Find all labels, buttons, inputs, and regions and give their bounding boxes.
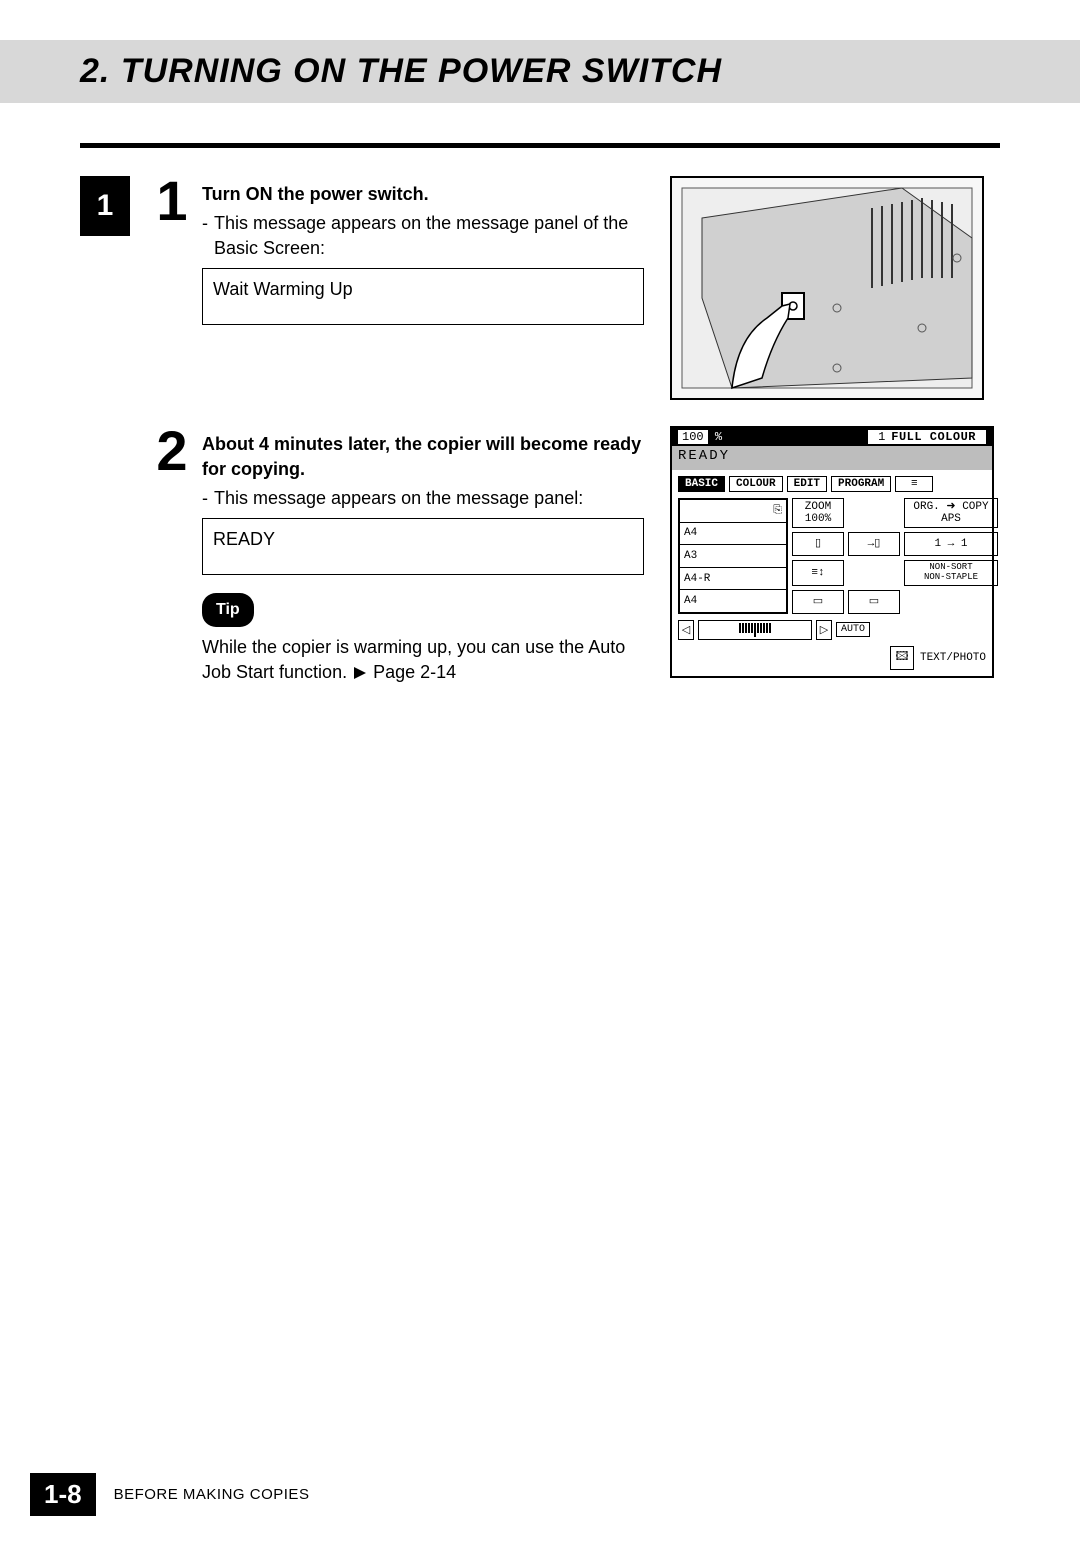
auto-button: AUTO xyxy=(836,622,870,637)
step-2: 2 About 4 minutes later, the copier will… xyxy=(152,426,650,686)
step-number: 2 xyxy=(152,426,192,476)
divider xyxy=(80,143,1000,148)
density-left-icon: ◁ xyxy=(678,620,694,640)
lcd-tab-program: PROGRAM xyxy=(831,476,891,492)
lcd-tab-colour: COLOUR xyxy=(729,476,783,492)
step-number: 1 xyxy=(152,176,192,226)
tip-text: While the copier is warming up, you can … xyxy=(202,635,650,685)
step-1: 1 Turn ON the power switch. - This messa… xyxy=(152,176,650,325)
lcd-tab-basic: BASIC xyxy=(678,476,725,492)
paper-tray-stack: ⎘ A4 A3 A4-R A4 xyxy=(679,499,787,613)
message-box: READY xyxy=(202,518,644,575)
page-ref-arrow-icon xyxy=(354,667,366,679)
lcd-tab-edit: EDIT xyxy=(787,476,827,492)
step-text: This message appears on the message pane… xyxy=(214,486,583,511)
textphoto-icon: 🖾 xyxy=(890,646,914,670)
step-text: This message appears on the message pane… xyxy=(214,211,650,261)
page-footer: 1-8 BEFORE MAKING COPIES xyxy=(30,1473,309,1516)
bullet-dash: - xyxy=(202,211,208,261)
lcd-mode: FULL COLOUR xyxy=(891,430,976,444)
message-box: Wait Warming Up xyxy=(202,268,644,325)
lcd-tab-more: ≡ xyxy=(895,476,933,492)
lcd-ready: READY xyxy=(672,446,992,470)
tray-icon: ⎘ xyxy=(773,505,782,517)
density-right-icon: ▷ xyxy=(816,620,832,640)
chapter-tab: 1 xyxy=(80,176,130,236)
textphoto-label: TEXT/PHOTO xyxy=(920,652,986,664)
step-heading: About 4 minutes later, the copier will b… xyxy=(202,432,650,482)
sort-cell: NON-SORTNON-STAPLE xyxy=(904,560,998,586)
finish-icon: ▭ xyxy=(792,590,844,614)
duplex-icon: ▯ xyxy=(792,532,844,556)
step-heading: Turn ON the power switch. xyxy=(202,182,650,207)
bullet-dash: - xyxy=(202,486,208,511)
power-switch-illustration xyxy=(670,176,984,400)
page-number: 1-8 xyxy=(30,1473,96,1516)
lcd-panel-illustration: 100 % 1FULL COLOUR READY BASIC COLOUR ED… xyxy=(670,426,994,678)
lcd-grid: ⎘ A4 A3 A4-R A4 ZOOM100% xyxy=(678,498,986,614)
finish-icon: ▭ xyxy=(848,590,900,614)
footer-label: BEFORE MAKING COPIES xyxy=(114,1486,310,1503)
section-header: 2. TURNING ON THE POWER SWITCH xyxy=(0,40,1080,103)
lcd-percent: 100 xyxy=(678,430,708,444)
orgcopy-cell: ORG. ➜ COPYAPS xyxy=(904,498,998,528)
section-title: 2. TURNING ON THE POWER SWITCH xyxy=(80,52,1080,91)
list-icon: ≡↕ xyxy=(792,560,844,586)
duplex-icon: →▯ xyxy=(848,532,900,556)
lcd-count: 1 xyxy=(878,430,885,444)
zoom-cell: ZOOM100% xyxy=(792,498,844,528)
tip-badge: Tip xyxy=(202,593,254,627)
density-bar xyxy=(698,620,812,640)
ratio-cell: 1 → 1 xyxy=(904,532,998,556)
